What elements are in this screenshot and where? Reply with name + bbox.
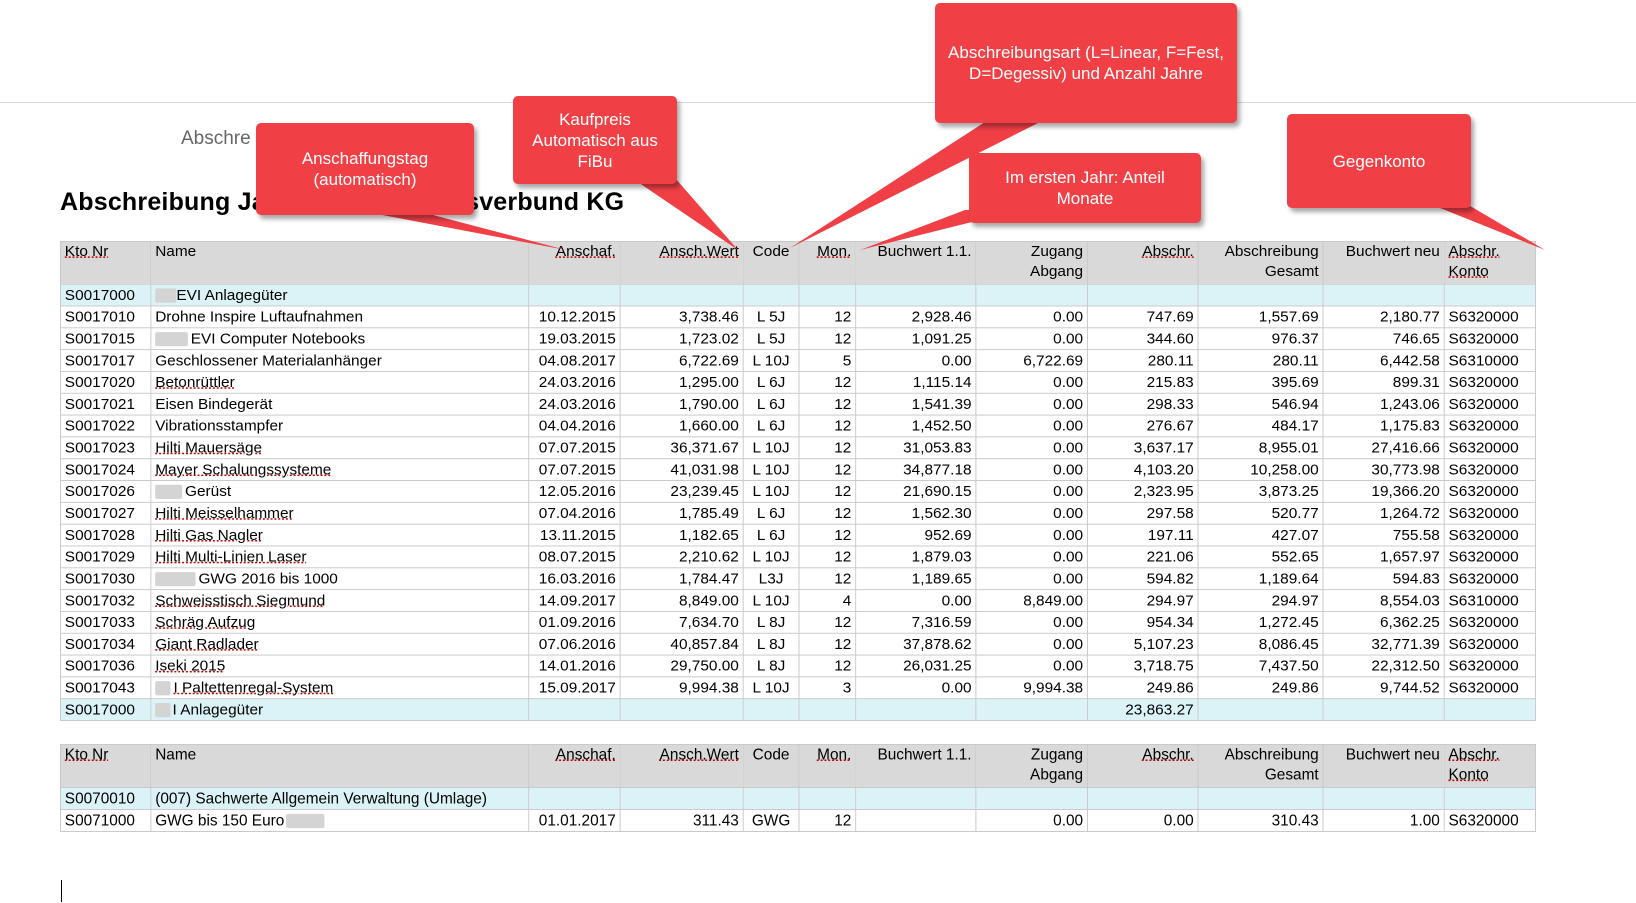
- callout-abschreibungsart: Abschreibungsart (L=Linear, F=Fest, D=De…: [935, 3, 1237, 123]
- callout-kaufpreis: Kaufpreis Automatisch aus FiBu: [513, 96, 677, 184]
- callout-anschaffungstag: Anschaffungstag (automatisch): [256, 123, 474, 215]
- callout-gegenkonto: Gegenkonto: [1287, 114, 1471, 208]
- callout-erstes-jahr: Im ersten Jahr: Anteil Monate: [969, 153, 1201, 223]
